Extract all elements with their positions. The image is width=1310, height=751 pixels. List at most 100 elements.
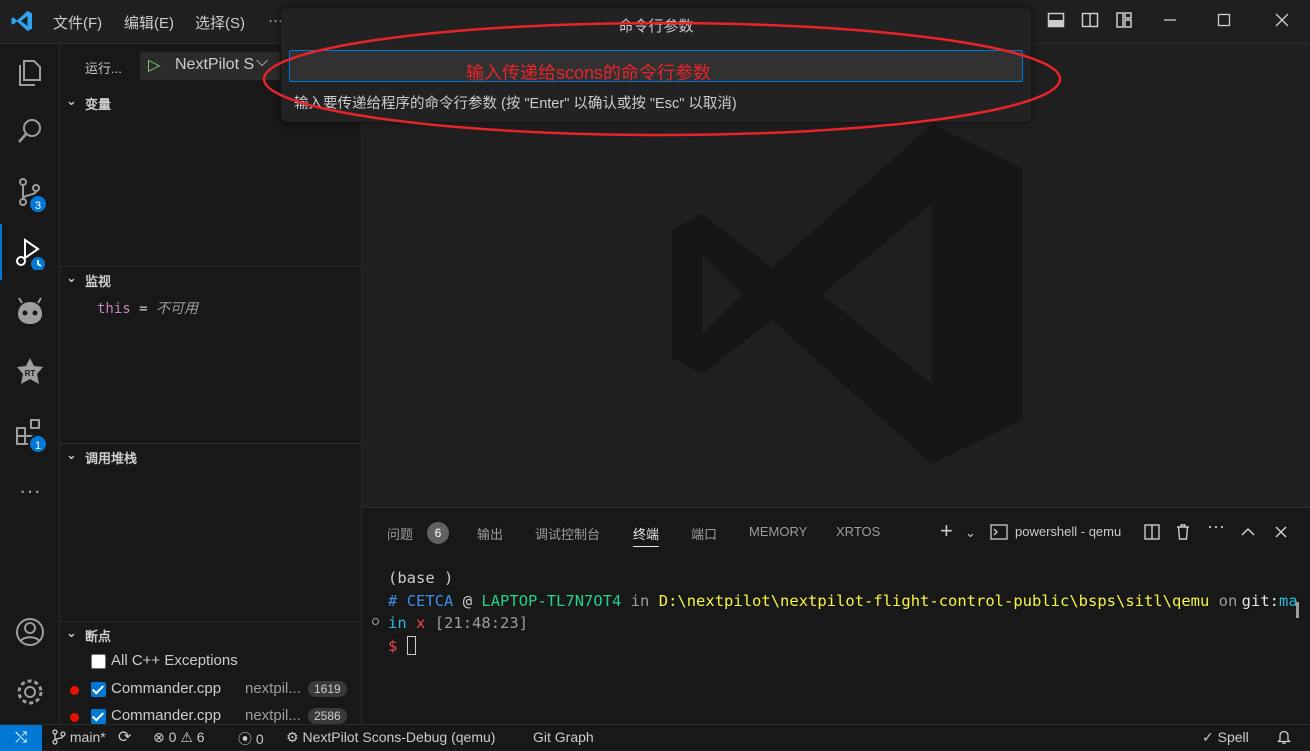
run-label: 运行... xyxy=(85,61,122,76)
prompt-git: git: xyxy=(1241,592,1279,610)
start-debugging-icon[interactable]: ▷ xyxy=(148,55,160,75)
launch-config-select[interactable]: ▷ NextPilot S ⌵ xyxy=(140,52,280,80)
breakpoint-dot-icon xyxy=(70,713,79,722)
chevron-down-icon: ⌄ xyxy=(66,93,77,108)
watch-title: 监视 xyxy=(85,274,112,289)
terminal-scrollbar[interactable] xyxy=(1296,602,1299,618)
checkbox[interactable] xyxy=(91,682,106,697)
menu-edit[interactable]: 编辑(E) xyxy=(124,12,174,33)
more-actions-icon[interactable]: ··· xyxy=(1207,516,1225,537)
sync-icon[interactable]: ⟳ xyxy=(118,727,131,747)
menu-selection[interactable]: 选择(S) xyxy=(195,12,245,33)
customize-layout-icon[interactable] xyxy=(1112,10,1136,34)
maximize-icon[interactable] xyxy=(1212,10,1236,34)
broadcast-icon: ⦿ xyxy=(238,731,252,747)
prompt-user: CETCA xyxy=(406,592,454,610)
scm-badge: 3 xyxy=(28,194,48,214)
platformio-icon[interactable] xyxy=(12,294,48,330)
terminal-line-1: (base ) xyxy=(388,569,454,587)
git-graph-button[interactable]: Git Graph xyxy=(533,729,594,745)
tab-xrtos[interactable]: XRTOS xyxy=(836,524,880,539)
chevron-down-icon[interactable]: ⌵ xyxy=(256,53,268,71)
watch-expression[interactable]: this = 不可用 xyxy=(97,298,198,318)
ports-count: 0 xyxy=(255,731,264,747)
checkbox[interactable] xyxy=(91,654,106,669)
maximize-panel-icon[interactable] xyxy=(1239,523,1257,544)
remote-indicator-icon[interactable]: ⤭ xyxy=(0,725,42,751)
terminal-cursor xyxy=(406,636,416,655)
prompt-branch: ma xyxy=(1279,592,1298,610)
check-icon: ✓ xyxy=(1202,729,1214,745)
spell-status[interactable]: ✓ Spell xyxy=(1202,729,1249,746)
accounts-icon[interactable] xyxy=(12,614,48,650)
terminal-name[interactable]: powershell - qemu xyxy=(1015,524,1121,539)
close-panel-icon[interactable] xyxy=(1272,523,1290,544)
callstack-section-header[interactable]: ⌄ 调用堆栈 xyxy=(60,443,362,467)
vscode-watermark-icon xyxy=(672,124,1022,464)
search-icon[interactable] xyxy=(12,114,48,150)
command-decoration-icon[interactable] xyxy=(372,618,379,625)
minimize-icon[interactable] xyxy=(1158,10,1182,34)
prompt-in: in xyxy=(630,592,650,610)
run-debug-sidebar: 运行... ▷ NextPilot S ⌵ ⌄ 变量 ⌄ 监视 this = 不… xyxy=(60,44,362,724)
prompt-host: LAPTOP-TL7N7OT4 xyxy=(481,592,622,610)
breakpoint-item[interactable]: Commander.cpp nextpil... 1619 xyxy=(60,677,362,703)
quick-input-widget: 命令行参数 输入传递给scons的命令行参数 输入要传递给程序的命令行参数 (按… xyxy=(281,8,1031,122)
debug-config-name: NextPilot Scons-Debug (qemu) xyxy=(302,729,496,745)
more-views-icon[interactable]: ··· xyxy=(12,478,48,514)
tab-ports[interactable]: 端口 xyxy=(691,524,717,543)
launch-config-name: NextPilot S xyxy=(175,56,255,73)
debug-config-status[interactable]: ⚙ NextPilot Scons-Debug (qemu) xyxy=(286,729,495,746)
manage-gear-icon[interactable] xyxy=(12,674,48,710)
terminal-line-4[interactable]: $ xyxy=(388,636,416,655)
menu-file[interactable]: 文件(F) xyxy=(53,12,102,33)
breakpoint-line: 1619 xyxy=(308,681,347,697)
toggle-secondary-sidebar-icon[interactable] xyxy=(1078,10,1102,34)
branch-name: main* xyxy=(69,729,106,745)
terminal-line-3: in x [21:48:23] xyxy=(388,614,528,632)
explorer-icon[interactable] xyxy=(12,54,48,90)
spell-label: Spell xyxy=(1217,729,1249,745)
rt-thread-icon[interactable]: RT xyxy=(12,354,48,390)
breakpoints-section-header[interactable]: ⌄ 断点 xyxy=(60,621,362,645)
new-terminal-plus-icon[interactable]: + xyxy=(940,518,953,544)
terminal-line-2: # CETCA @ LAPTOP-TL7N7OT4 in D:\nextpilo… xyxy=(388,592,1298,610)
breakpoint-name: All C++ Exceptions xyxy=(111,652,238,669)
checkbox[interactable] xyxy=(91,709,106,724)
breakpoint-item[interactable]: Commander.cpp nextpil... 2586 xyxy=(60,704,362,724)
chevron-down-icon[interactable]: ⌄ xyxy=(965,525,976,541)
branch-icon xyxy=(52,729,66,745)
prompt-branch-cont: in xyxy=(388,614,407,632)
breakpoint-name: Commander.cpp xyxy=(111,707,222,724)
prompt-at: @ xyxy=(462,592,473,610)
terminal-icon xyxy=(990,523,1008,544)
command-args-input[interactable]: 输入传递给scons的命令行参数 xyxy=(289,50,1023,83)
close-window-icon[interactable] xyxy=(1270,10,1294,34)
activity-bar: 3 RT 1 ··· xyxy=(0,44,60,724)
breakpoint-item[interactable]: All C++ Exceptions xyxy=(60,649,362,675)
breakpoints-title: 断点 xyxy=(85,629,112,644)
tab-memory[interactable]: MEMORY xyxy=(749,524,807,539)
tab-terminal[interactable]: 终端 xyxy=(633,524,660,547)
tab-output[interactable]: 输出 xyxy=(477,524,503,543)
watch-section-header[interactable]: ⌄ 监视 xyxy=(60,266,362,290)
branch-status[interactable]: main* xyxy=(52,729,106,745)
debug-icon: ⚙ xyxy=(286,729,299,745)
callstack-title: 调用堆栈 xyxy=(85,451,138,466)
toggle-panel-icon[interactable] xyxy=(1044,10,1068,34)
problems-status[interactable]: ⊗ 0 ⚠ 6 xyxy=(153,729,205,746)
tab-debug-console[interactable]: 调试控制台 xyxy=(535,524,600,543)
run-debug-icon[interactable] xyxy=(12,234,48,271)
notifications-bell-icon[interactable] xyxy=(1276,729,1292,746)
error-count: 0 xyxy=(168,729,177,745)
trash-icon[interactable] xyxy=(1174,523,1192,544)
split-terminal-icon[interactable] xyxy=(1143,523,1161,544)
tab-problems[interactable]: 问题 xyxy=(387,524,413,543)
breakpoint-name: Commander.cpp xyxy=(111,680,222,697)
ports-status[interactable]: ⦿ 0 xyxy=(238,729,264,749)
variables-title: 变量 xyxy=(85,97,112,112)
svg-text:RT: RT xyxy=(25,369,36,378)
watch-expr-name: this xyxy=(97,301,131,317)
warning-icon: ⚠ xyxy=(180,729,193,745)
warning-count: 6 xyxy=(196,729,205,745)
